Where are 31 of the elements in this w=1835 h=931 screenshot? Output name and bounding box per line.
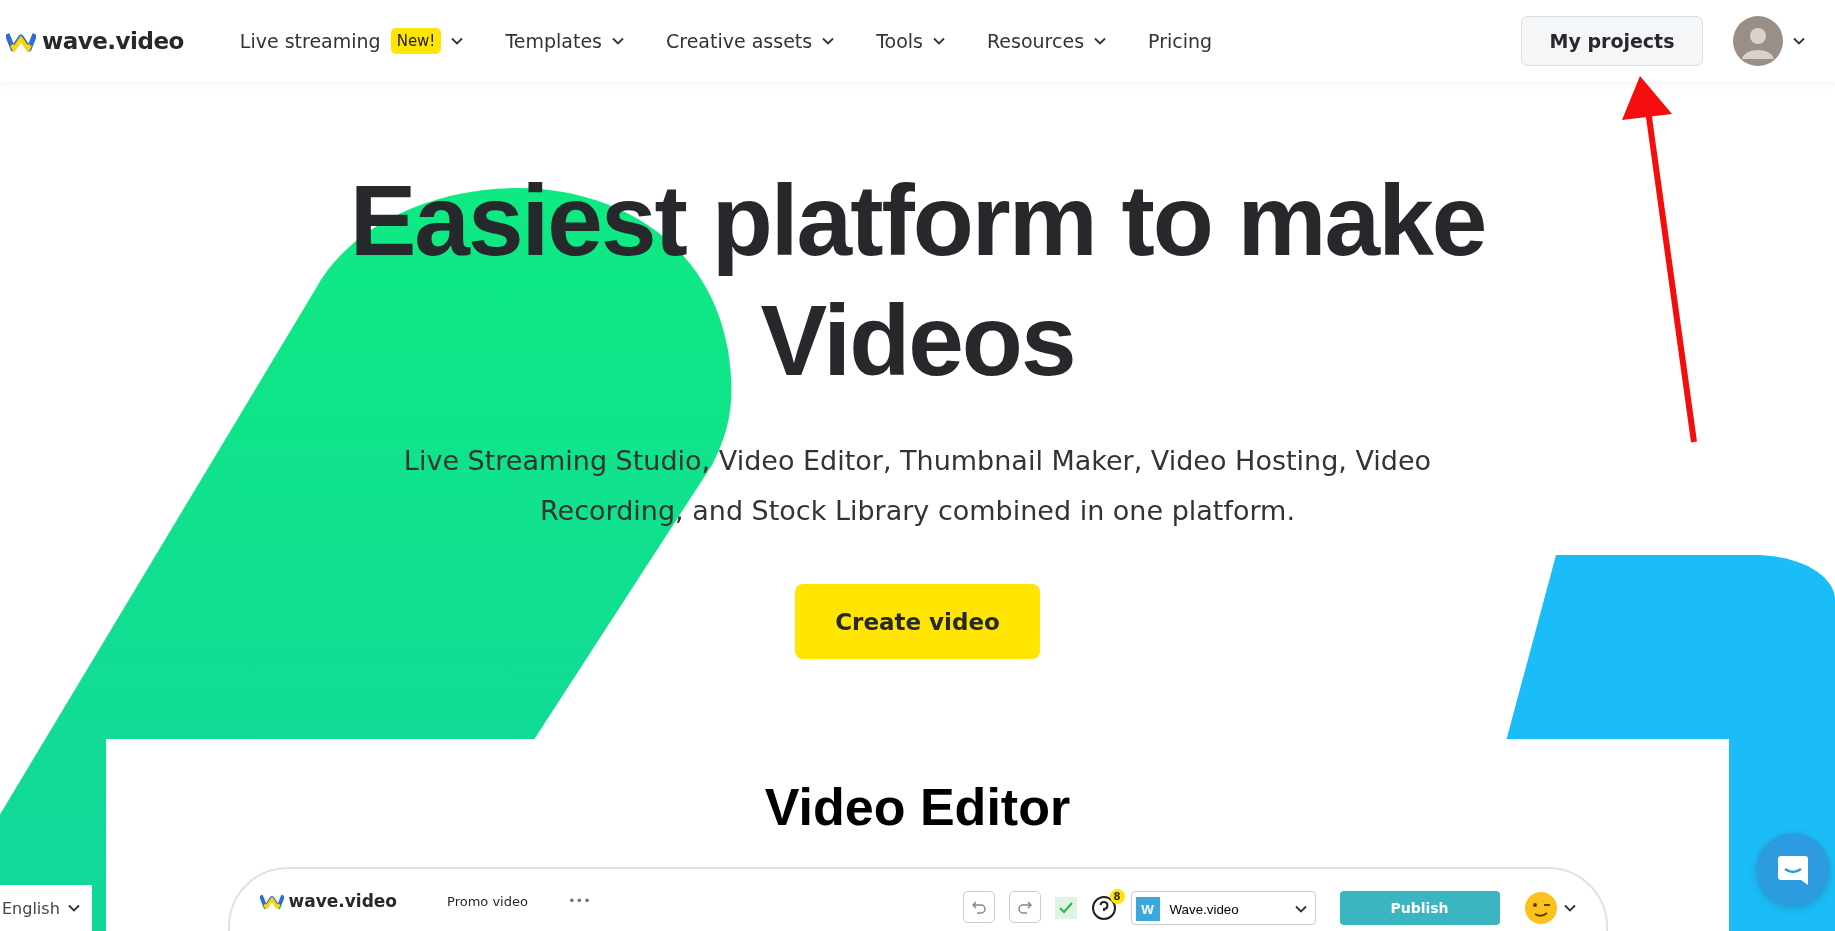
winking-face-icon: [1523, 891, 1558, 925]
avatar-icon[interactable]: [1733, 16, 1783, 66]
card-title: Video Editor: [764, 777, 1071, 837]
workspace-initial: W: [1135, 897, 1160, 921]
nav-link[interactable]: Pricing: [1148, 30, 1213, 52]
caret-icon: [1294, 905, 1307, 913]
help-badge: 8: [1109, 889, 1125, 904]
nav-link[interactable]: Live streaming New!: [239, 28, 464, 54]
logo-text[interactable]: wave.video: [42, 28, 184, 54]
undo-icon: [962, 891, 995, 923]
check-icon: [1054, 897, 1077, 919]
logo-icon: [6, 30, 36, 52]
language-selector[interactable]: English: [0, 885, 92, 931]
project-name: Promo video: [447, 894, 528, 909]
hero-subtitle: Live Streaming Studio, Video Editor, Thumbnail Maker, Video Hosting, Video Recording, and Stock Library combined in one platform.: [402, 444, 1433, 528]
nav-link[interactable]: Tools: [876, 30, 945, 52]
workspace-name: Wave.video: [1169, 901, 1239, 917]
caret-icon: [1563, 904, 1576, 912]
my-projects-button[interactable]: My projects: [1521, 16, 1703, 66]
nav-link[interactable]: Creative assets: [666, 30, 835, 52]
new-badge: New!: [390, 28, 442, 54]
chevron-down-icon: [1793, 37, 1805, 45]
logo-text: wave.video: [288, 891, 398, 911]
create-video-button[interactable]: Create video: [795, 584, 1040, 659]
nav-link[interactable]: Templates: [505, 30, 624, 52]
workspace-dropdown[interactable]: W Wave.video: [1130, 891, 1316, 925]
chevron-down-icon: [67, 904, 80, 912]
logo-icon: [259, 892, 284, 910]
more-icon: •••: [567, 893, 591, 908]
nav-link[interactable]: Resources: [987, 30, 1107, 52]
redo-icon: [1008, 891, 1041, 923]
